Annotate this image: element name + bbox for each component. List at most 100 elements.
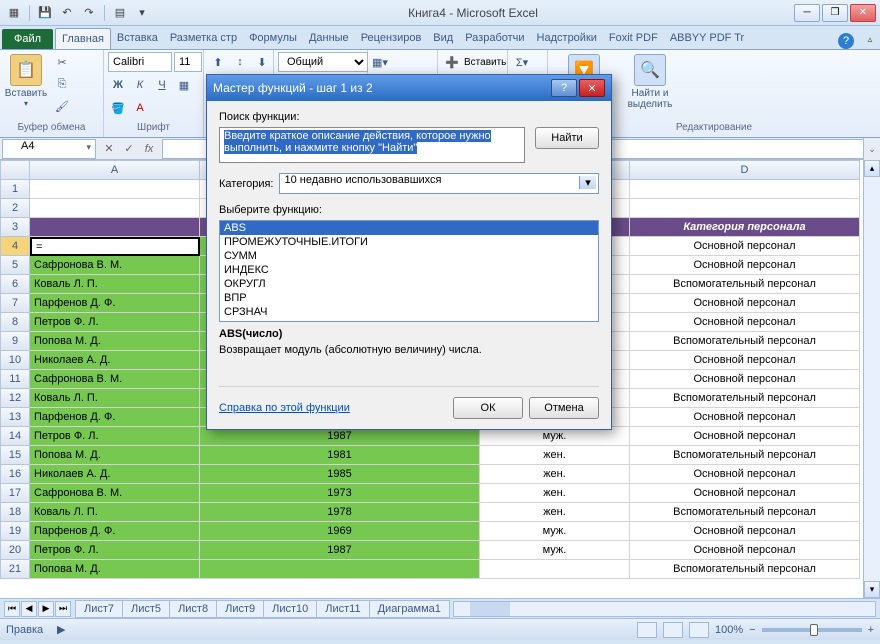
insert-cells-button[interactable]: ➕Вставить xyxy=(442,52,506,72)
cell[interactable]: Основной персонал xyxy=(630,294,860,313)
sheet-tab[interactable]: Лист5 xyxy=(122,600,170,618)
format-painter-icon[interactable]: 🖌 xyxy=(52,96,72,116)
redo-icon[interactable]: ↷ xyxy=(79,3,99,23)
fill-color-button[interactable]: 🪣 xyxy=(108,98,128,118)
cell[interactable]: Сафронова В. М. xyxy=(30,256,200,275)
file-tab[interactable]: Файл xyxy=(2,29,53,49)
function-list-item[interactable]: ИНДЕКС xyxy=(220,263,598,277)
last-sheet-button[interactable]: ⏭ xyxy=(55,601,71,617)
cell[interactable]: жен. xyxy=(480,503,630,522)
horizontal-scrollbar[interactable] xyxy=(453,601,876,617)
row-header[interactable]: 8 xyxy=(0,313,30,332)
row-header[interactable]: 5 xyxy=(0,256,30,275)
column-header[interactable]: D xyxy=(630,160,860,180)
cell[interactable]: Основной персонал xyxy=(630,351,860,370)
ribbon-tab[interactable]: Разметка стр xyxy=(164,28,243,49)
cell[interactable] xyxy=(480,560,630,579)
cell[interactable]: жен. xyxy=(480,465,630,484)
function-list-item[interactable]: ПРОМЕЖУТОЧНЫЕ.ИТОГИ xyxy=(220,235,598,249)
cell[interactable]: Основной персонал xyxy=(630,256,860,275)
cell[interactable]: Сафронова В. М. xyxy=(30,484,200,503)
cell[interactable]: Парфенов Д. Ф. xyxy=(30,408,200,427)
row-header[interactable]: 9 xyxy=(0,332,30,351)
page-layout-view-button[interactable] xyxy=(663,622,683,638)
cell[interactable]: 1985 xyxy=(200,465,480,484)
ribbon-tab[interactable]: Вставка xyxy=(111,28,164,49)
cell[interactable] xyxy=(30,218,200,237)
cancel-formula-icon[interactable]: ✕ xyxy=(100,140,118,158)
dialog-close-button[interactable]: ✕ xyxy=(579,79,605,97)
ribbon-tab[interactable]: Рецензиров xyxy=(355,28,428,49)
next-sheet-button[interactable]: ▶ xyxy=(38,601,54,617)
cell[interactable] xyxy=(200,560,480,579)
zoom-out-button[interactable]: − xyxy=(749,624,755,636)
row-header[interactable]: 21 xyxy=(0,560,30,579)
zoom-level[interactable]: 100% xyxy=(715,624,743,636)
row-header[interactable]: 19 xyxy=(0,522,30,541)
first-sheet-button[interactable]: ⏮ xyxy=(4,601,20,617)
cell[interactable]: Коваль Л. П. xyxy=(30,503,200,522)
ribbon-tab[interactable]: Вид xyxy=(427,28,459,49)
ribbon-tab[interactable]: Надстройки xyxy=(531,28,603,49)
help-link[interactable]: Справка по этой функции xyxy=(219,402,350,414)
ok-button[interactable]: ОК xyxy=(453,397,523,419)
ribbon-tab[interactable]: Данные xyxy=(303,28,355,49)
row-header[interactable]: 14 xyxy=(0,427,30,446)
row-header[interactable]: 10 xyxy=(0,351,30,370)
dialog-titlebar[interactable]: Мастер функций - шаг 1 из 2 ? ✕ xyxy=(207,75,611,101)
fx-icon[interactable]: fx xyxy=(140,140,158,158)
cell[interactable]: Попова М. Д. xyxy=(30,332,200,351)
number-format-select[interactable]: Общий xyxy=(278,52,368,72)
cell[interactable]: Вспомогательный персонал xyxy=(630,446,860,465)
copy-icon[interactable]: ⎘ xyxy=(52,74,72,94)
cell[interactable]: Вспомогательный персонал xyxy=(630,389,860,408)
row-header[interactable]: 11 xyxy=(0,370,30,389)
cell[interactable]: Основной персонал xyxy=(630,522,860,541)
ribbon-tab[interactable]: Формулы xyxy=(243,28,303,49)
cell[interactable]: Парфенов Д. Ф. xyxy=(30,294,200,313)
qat-custom-1[interactable]: ▤ xyxy=(110,3,130,23)
help-icon[interactable]: ? xyxy=(838,33,854,49)
sheet-tab[interactable]: Лист8 xyxy=(169,600,217,618)
font-color-button[interactable]: A xyxy=(130,98,150,118)
row-header[interactable]: 4 xyxy=(0,237,30,256)
cell[interactable]: Вспомогательный персонал xyxy=(630,332,860,351)
cell[interactable]: Петров Ф. Л. xyxy=(30,313,200,332)
row-header[interactable]: 20 xyxy=(0,541,30,560)
cell[interactable]: Сафронова В. М. xyxy=(30,370,200,389)
cell[interactable]: Основной персонал xyxy=(630,313,860,332)
function-list[interactable]: ABSПРОМЕЖУТОЧНЫЕ.ИТОГИСУММИНДЕКСОКРУГЛВП… xyxy=(219,220,599,322)
italic-button[interactable]: К xyxy=(130,75,150,95)
bold-button[interactable]: Ж xyxy=(108,75,128,95)
cell[interactable]: Вспомогательный персонал xyxy=(630,275,860,294)
function-list-item[interactable]: СУММ xyxy=(220,249,598,263)
select-all-button[interactable] xyxy=(0,160,30,180)
function-list-item[interactable]: ВПР xyxy=(220,291,598,305)
ribbon-minimize-icon[interactable]: ▵ xyxy=(860,29,880,49)
cell[interactable]: муж. xyxy=(480,522,630,541)
expand-formula-bar-icon[interactable]: ⌄ xyxy=(863,138,880,160)
cell[interactable]: Петров Ф. Л. xyxy=(30,427,200,446)
scroll-up-icon[interactable]: ▴ xyxy=(864,160,880,177)
cell[interactable] xyxy=(30,180,200,199)
search-input[interactable]: Введите краткое описание действия, котор… xyxy=(219,127,525,163)
cell[interactable]: Попова М. Д. xyxy=(30,446,200,465)
cell[interactable]: Основной персонал xyxy=(630,427,860,446)
ribbon-tab[interactable]: Разработчи xyxy=(459,28,530,49)
page-break-view-button[interactable] xyxy=(689,622,709,638)
function-list-item[interactable]: СРЗНАЧ xyxy=(220,305,598,319)
ribbon-tab[interactable]: ABBYY PDF Tr xyxy=(664,28,750,49)
cancel-button[interactable]: Отмена xyxy=(529,397,599,419)
cell[interactable]: Основной персонал xyxy=(630,408,860,427)
cell[interactable]: Коваль Л. П. xyxy=(30,275,200,294)
scroll-thumb[interactable] xyxy=(470,602,510,616)
row-header[interactable]: 3 xyxy=(0,218,30,237)
cell[interactable]: Основной персонал xyxy=(630,237,860,256)
cell[interactable]: Основной персонал xyxy=(630,370,860,389)
row-header[interactable]: 6 xyxy=(0,275,30,294)
align-middle-button[interactable]: ↕ xyxy=(230,52,250,72)
align-bottom-button[interactable]: ⬇ xyxy=(252,52,272,72)
zoom-in-button[interactable]: + xyxy=(868,624,874,636)
macro-record-icon[interactable]: ▶ xyxy=(51,620,71,640)
cell[interactable]: Коваль Л. П. xyxy=(30,389,200,408)
